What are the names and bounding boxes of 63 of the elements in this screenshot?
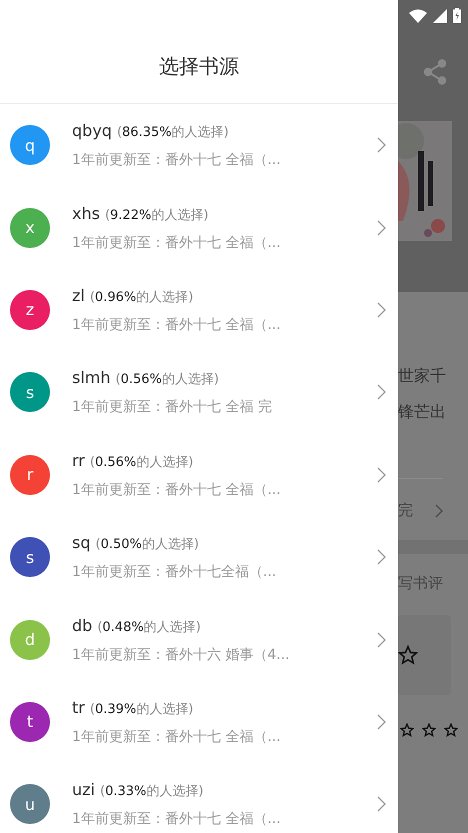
source-item[interactable]: d db (0.48%的人选择) 1年前更新至：番外十六 婚事（4... <box>0 598 398 681</box>
update-text: 1年前更新至：番外十七 全福（... <box>72 480 282 499</box>
source-item[interactable]: s slmh (0.56%的人选择) 1年前更新至：番外十七 全福 完 <box>0 351 398 434</box>
chevron-right-icon <box>377 220 386 236</box>
avatar: t <box>10 702 50 742</box>
chevron-right-icon <box>377 466 386 483</box>
share-note: (0.39%的人选择) <box>90 700 194 718</box>
source-name: tr <box>72 698 85 717</box>
source-item[interactable]: t tr (0.39%的人选择) 1年前更新至：番外十七 全福（... <box>0 680 398 764</box>
update-text: 1年前更新至：番外十七 全福（... <box>72 316 282 334</box>
drawer-title: 选择书源 <box>159 53 239 80</box>
chapter-text: 完 <box>398 501 413 520</box>
chevron-right-icon <box>377 549 386 566</box>
chevron-right-icon <box>377 796 386 812</box>
update-text: 1年前更新至：番外十六 婚事（4... <box>72 646 291 664</box>
share-note: (0.50%的人选择) <box>96 536 199 554</box>
avatar: r <box>10 454 50 495</box>
source-name: db <box>72 616 92 635</box>
source-item[interactable]: r rr (0.56%的人选择) 1年前更新至：番外十七 全福（... <box>0 434 398 516</box>
avatar: q <box>10 125 50 166</box>
share-note: (9.22%的人选择) <box>104 206 208 224</box>
chevron-right-icon <box>377 632 386 648</box>
chevron-right-icon <box>377 302 386 318</box>
share-note: (0.56%的人选择) <box>90 454 194 471</box>
update-text: 1年前更新至：番外十七 全福（... <box>72 151 282 170</box>
avatar: x <box>10 208 50 248</box>
avatar: s <box>10 372 50 412</box>
source-item[interactable]: q qbyq (86.35%的人选择) 1年前更新至：番外十七 全福（... <box>0 104 398 186</box>
star-icon <box>398 645 418 665</box>
share-note: (0.56%的人选择) <box>116 371 219 388</box>
share-note: (0.48%的人选择) <box>97 618 201 636</box>
battery-icon <box>453 8 461 23</box>
update-text: 1年前更新至：番外十七 全福（... <box>72 810 282 828</box>
share-note: (86.35%的人选择) <box>116 124 229 142</box>
source-item[interactable]: u uzi (0.33%的人选择) 1年前更新至：番外十七 全福（... <box>0 763 398 833</box>
chevron-right-icon <box>435 504 443 518</box>
avatar: u <box>10 784 50 824</box>
source-name: zl <box>72 286 85 305</box>
chevron-right-icon <box>377 137 386 154</box>
update-text: 1年前更新至：番外十七全福（... <box>72 563 278 582</box>
source-name: sq <box>72 533 90 552</box>
chevron-right-icon <box>377 384 386 400</box>
source-item[interactable]: z zl (0.96%的人选择) 1年前更新至：番外十七 全福（... <box>0 268 398 352</box>
source-name: qbyq <box>72 121 112 140</box>
share-note: (0.96%的人选择) <box>90 288 194 306</box>
intro-text: 锋芒出 <box>398 401 447 423</box>
source-item[interactable]: s sq (0.50%的人选择) 1年前更新至：番外十七全福（... <box>0 516 398 598</box>
avatar: z <box>10 290 50 330</box>
source-item[interactable]: x xhs (9.22%的人选择) 1年前更新至：番外十七 全福（... <box>0 186 398 269</box>
avatar: s <box>10 537 50 578</box>
update-text: 1年前更新至：番外十七 全福（... <box>72 728 282 746</box>
update-text: 1年前更新至：番外十七 全福 完 <box>72 398 273 416</box>
intro-text: 世家千 <box>398 365 447 387</box>
source-name: xhs <box>72 204 100 223</box>
source-name: uzi <box>72 780 95 800</box>
chevron-right-icon <box>377 714 386 730</box>
wifi-icon <box>409 8 427 22</box>
source-name: rr <box>72 450 85 470</box>
avatar: d <box>10 620 50 660</box>
update-text: 1年前更新至：番外十七 全福（... <box>72 234 282 252</box>
signal-icon <box>433 8 447 22</box>
share-note: (0.33%的人选择) <box>100 783 204 800</box>
source-name: slmh <box>72 368 111 388</box>
